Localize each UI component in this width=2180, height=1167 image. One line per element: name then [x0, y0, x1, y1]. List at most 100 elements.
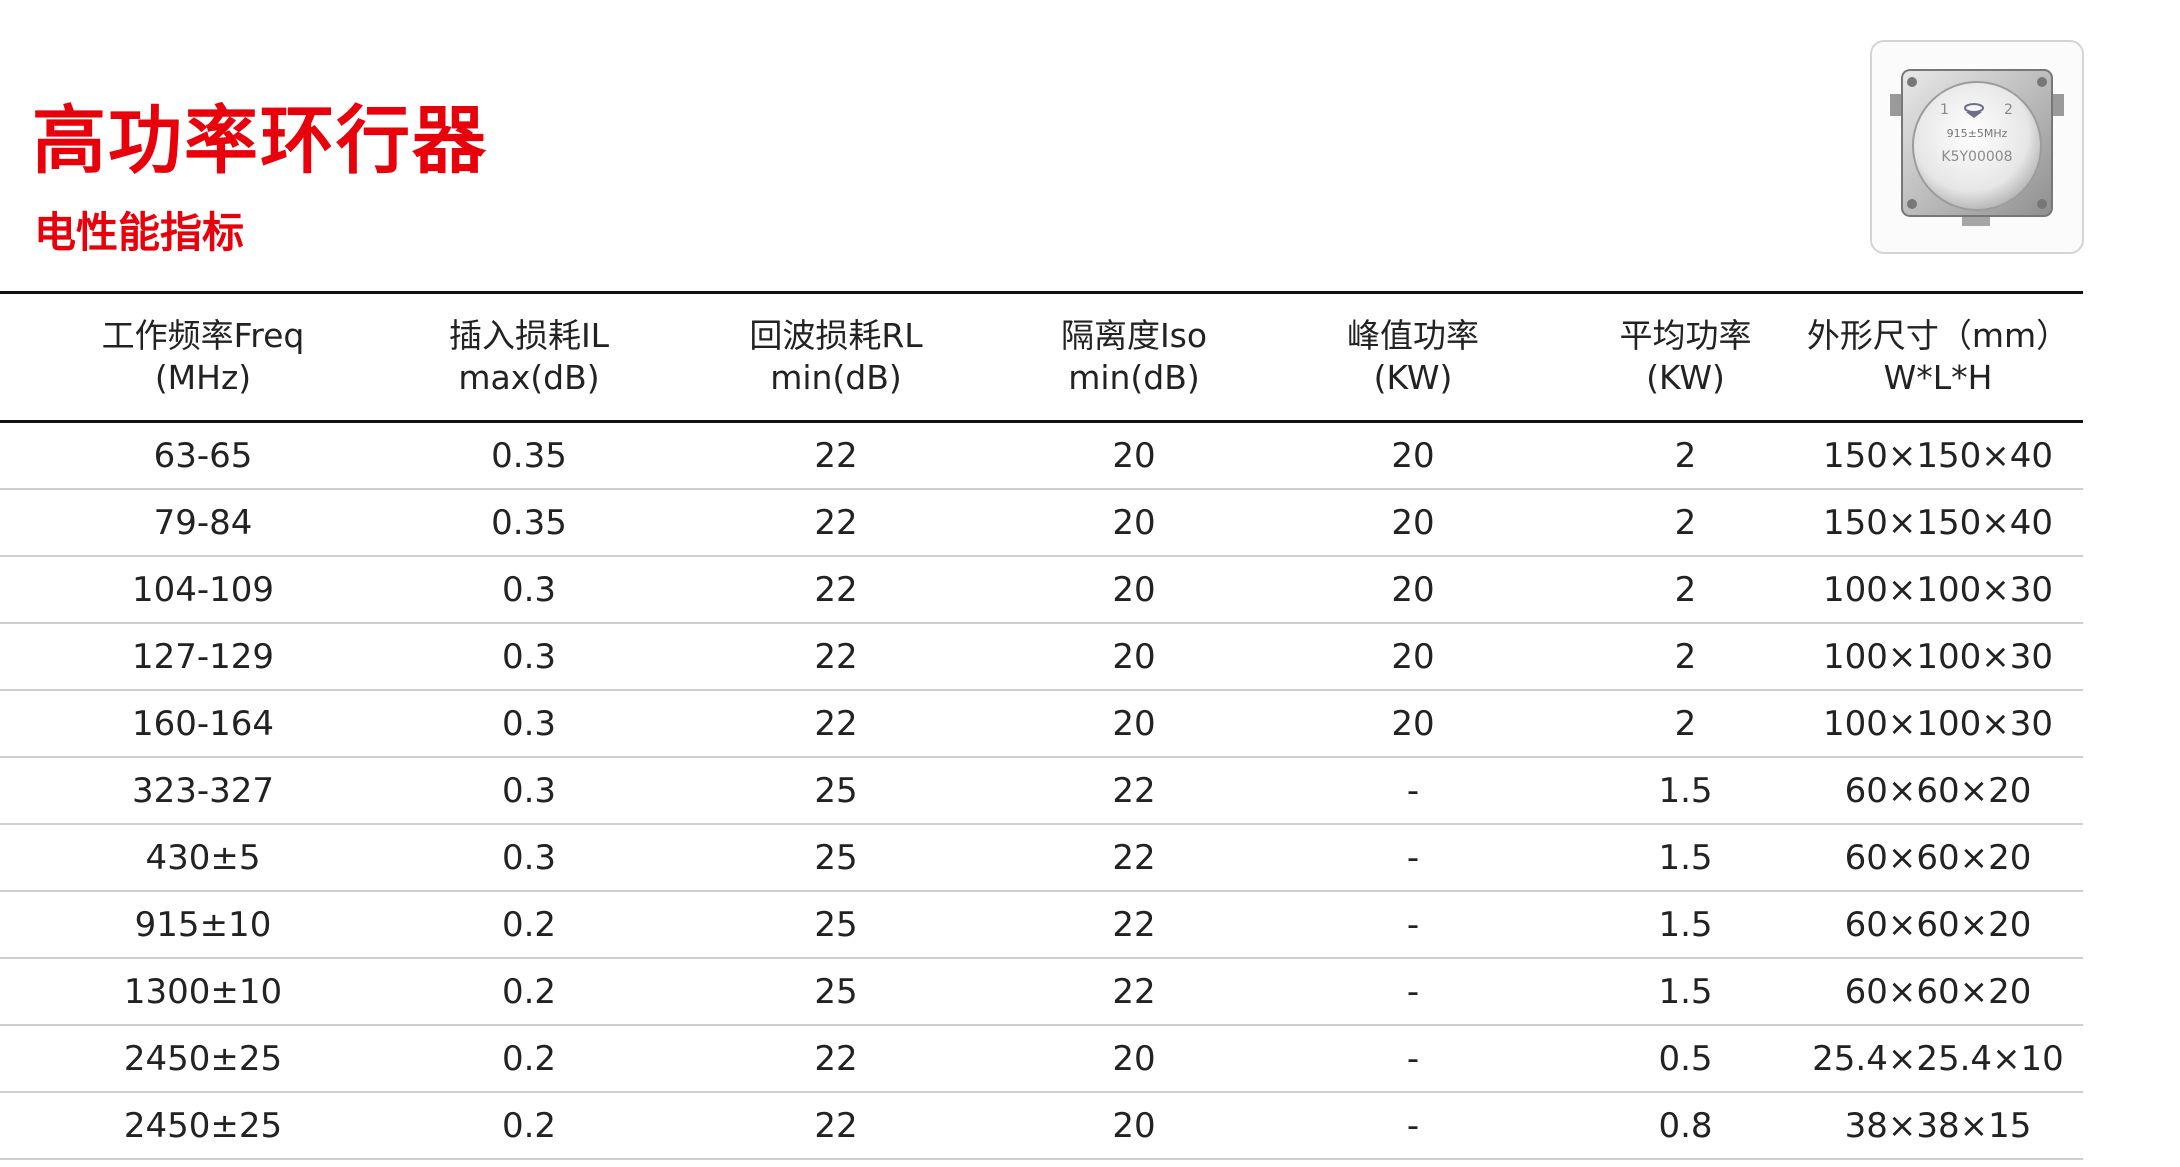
- cell-frequency: 104-109: [0, 556, 406, 624]
- cell-dimensions: 60×60×20: [1793, 757, 2083, 825]
- cell-peak-power: 20: [1248, 690, 1578, 758]
- cell-frequency: 2450±25: [0, 1092, 406, 1160]
- cell-isolation: 20: [1020, 623, 1248, 691]
- cell-average-power: 2: [1578, 421, 1793, 490]
- cell-average-power: 1.5: [1578, 891, 1793, 959]
- cell-dimensions: 100×100×30: [1793, 556, 2083, 624]
- cell-dimensions: 60×60×20: [1793, 958, 2083, 1026]
- cell-frequency: 915±10: [0, 891, 406, 959]
- table-row: 127-129 0.3 22 20 20 2 100×100×30: [0, 623, 2083, 691]
- cell-isolation: 20: [1020, 690, 1248, 758]
- cell-average-power: 2: [1578, 690, 1793, 758]
- table-body: 63-65 0.35 22 20 20 2 150×150×40 79-84 0.35 22 20 2…: [0, 421, 2083, 1160]
- cell-peak-power: -: [1248, 824, 1578, 892]
- table-row: 160-164 0.3 22 20 20 2 100×100×30: [0, 690, 2083, 758]
- cell-peak-power: 20: [1248, 489, 1578, 557]
- cell-average-power: 1.5: [1578, 824, 1793, 892]
- cell-insertion-loss: 0.3: [406, 824, 652, 892]
- cell-frequency: 1300±10: [0, 958, 406, 1026]
- cell-insertion-loss: 0.2: [406, 1025, 652, 1093]
- cell-return-loss: 22: [652, 1092, 1020, 1160]
- cell-frequency: 160-164: [0, 690, 406, 758]
- cell-return-loss: 22: [652, 489, 1020, 557]
- cell-isolation: 20: [1020, 421, 1248, 490]
- cell-insertion-loss: 0.3: [406, 757, 652, 825]
- cell-insertion-loss: 0.35: [406, 489, 652, 557]
- cell-isolation: 22: [1020, 958, 1248, 1026]
- cell-insertion-loss: 0.35: [406, 421, 652, 490]
- cell-average-power: 0.8: [1578, 1092, 1793, 1160]
- cell-return-loss: 25: [652, 958, 1020, 1026]
- cell-isolation: 20: [1020, 1025, 1248, 1093]
- page-title: 高功率环行器: [32, 98, 488, 184]
- cell-frequency: 430±5: [0, 824, 406, 892]
- table-header-row: 工作频率Freq (MHz) 插入损耗IL max(dB) 回波损耗RL min(dB…: [0, 291, 2083, 423]
- cell-peak-power: -: [1248, 1092, 1578, 1160]
- cell-frequency: 79-84: [0, 489, 406, 557]
- cell-dimensions: 100×100×30: [1793, 623, 2083, 691]
- cell-frequency: 127-129: [0, 623, 406, 691]
- table-row: 104-109 0.3 22 20 20 2 100×100×30: [0, 556, 2083, 624]
- cell-insertion-loss: 0.2: [406, 891, 652, 959]
- header-peak-power: 峰值功率 (KW): [1248, 291, 1578, 423]
- cell-return-loss: 25: [652, 757, 1020, 825]
- cell-insertion-loss: 0.3: [406, 690, 652, 758]
- cell-return-loss: 22: [652, 690, 1020, 758]
- spec-label: 915±5MHz: [1947, 127, 2008, 140]
- cell-average-power: 2: [1578, 489, 1793, 557]
- cell-return-loss: 22: [652, 623, 1020, 691]
- cell-peak-power: -: [1248, 958, 1578, 1026]
- cell-dimensions: 150×150×40: [1793, 421, 2083, 490]
- cell-isolation: 22: [1020, 757, 1248, 825]
- cell-insertion-loss: 0.2: [406, 958, 652, 1026]
- header-average-power: 平均功率 (KW): [1578, 291, 1793, 423]
- cell-average-power: 2: [1578, 556, 1793, 624]
- table-row: 63-65 0.35 22 20 20 2 150×150×40: [0, 421, 2083, 490]
- cell-peak-power: 20: [1248, 556, 1578, 624]
- header-frequency: 工作频率Freq (MHz): [0, 291, 406, 423]
- cell-isolation: 20: [1020, 489, 1248, 557]
- cell-insertion-loss: 0.3: [406, 623, 652, 691]
- cell-dimensions: 60×60×20: [1793, 824, 2083, 892]
- cell-average-power: 2: [1578, 623, 1793, 691]
- cell-return-loss: 25: [652, 891, 1020, 959]
- header-return-loss: 回波损耗RL min(dB): [652, 291, 1020, 423]
- header-insertion-loss: 插入损耗IL max(dB): [406, 291, 652, 423]
- spec-table: 工作频率Freq (MHz) 插入损耗IL max(dB) 回波损耗RL min(dB…: [0, 291, 2083, 1160]
- cell-dimensions: 25.4×25.4×10: [1793, 1025, 2083, 1093]
- cell-dimensions: 38×38×15: [1793, 1092, 2083, 1160]
- cell-peak-power: -: [1248, 891, 1578, 959]
- cell-dimensions: 100×100×30: [1793, 690, 2083, 758]
- cell-return-loss: 22: [652, 421, 1020, 490]
- cell-dimensions: 60×60×20: [1793, 891, 2083, 959]
- port-1-label: 1: [1940, 102, 1949, 118]
- cell-return-loss: 22: [652, 556, 1020, 624]
- section-subtitle: 电性能指标: [34, 208, 245, 257]
- cell-isolation: 22: [1020, 891, 1248, 959]
- cell-dimensions: 150×150×40: [1793, 489, 2083, 557]
- cell-isolation: 20: [1020, 1092, 1248, 1160]
- serial-label: K5Y00008: [1941, 149, 2012, 165]
- cell-isolation: 22: [1020, 824, 1248, 892]
- header-dimensions: 外形尺寸（mm） W*L*H: [1793, 291, 2083, 423]
- cell-insertion-loss: 0.3: [406, 556, 652, 624]
- table-row: 2450±25 0.2 22 20-0.8 38×38×15: [0, 1092, 2083, 1160]
- cell-peak-power: -: [1248, 1025, 1578, 1093]
- port-2-label: 2: [2004, 102, 2013, 118]
- cell-peak-power: 20: [1248, 623, 1578, 691]
- cell-frequency: 63-65: [0, 421, 406, 490]
- header-isolation: 隔离度Iso min(dB): [1020, 291, 1248, 423]
- cell-average-power: 1.5: [1578, 958, 1793, 1026]
- table-row: 79-84 0.35 22 20 20 2 150×150×40: [0, 489, 2083, 557]
- table-row: 430±5 0.3 25 22-1.5 60×60×20: [0, 824, 2083, 892]
- table-row: 2450±25 0.2 22 20-0.5 25.4×25.4×10: [0, 1025, 2083, 1093]
- table-row: 323-327 0.3 25 22-1.5 60×60×20: [0, 757, 2083, 825]
- cell-return-loss: 25: [652, 824, 1020, 892]
- cell-average-power: 1.5: [1578, 757, 1793, 825]
- cell-frequency: 2450±25: [0, 1025, 406, 1093]
- circulator-image: 1 2 915±5MHz K5Y00008: [1890, 69, 2064, 226]
- cell-frequency: 323-327: [0, 757, 406, 825]
- cell-insertion-loss: 0.2: [406, 1092, 652, 1160]
- cell-return-loss: 22: [652, 1025, 1020, 1093]
- product-photo: 1 2 915±5MHz K5Y00008: [1870, 40, 2084, 254]
